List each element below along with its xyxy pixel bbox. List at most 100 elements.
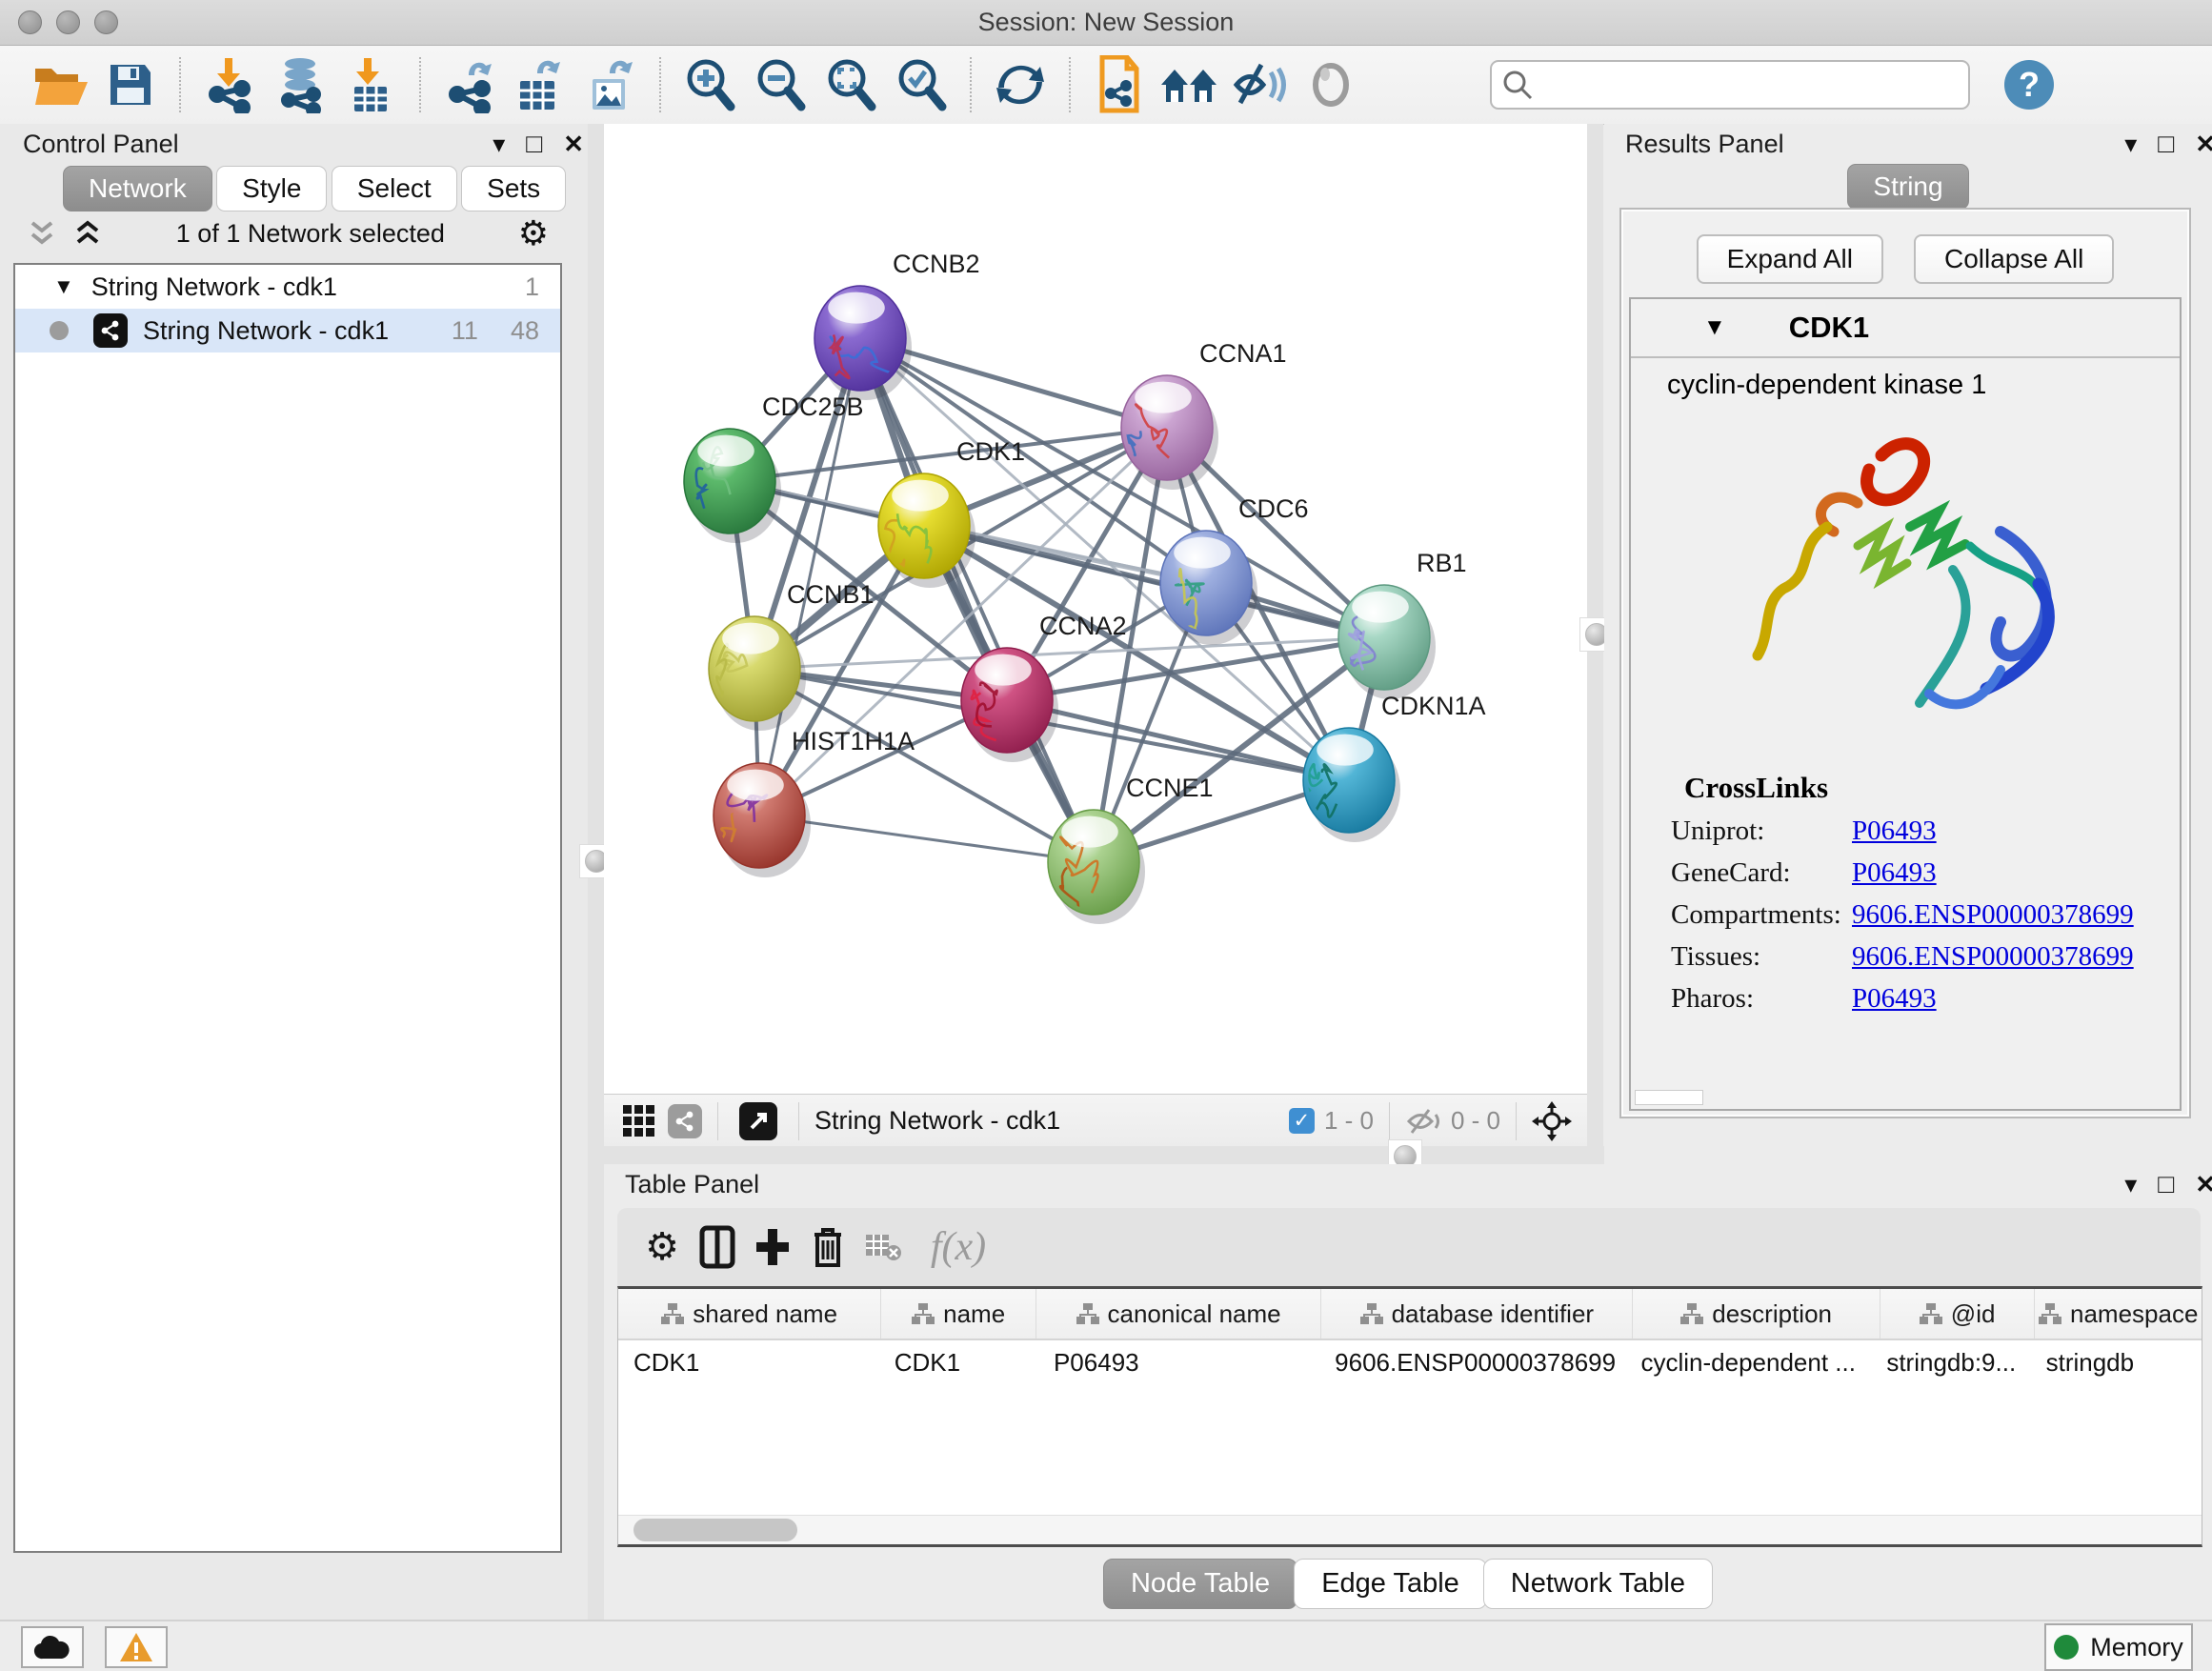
- tab-node-table[interactable]: Node Table: [1103, 1559, 1297, 1609]
- node-section-header[interactable]: ▼ CDK1: [1631, 299, 2180, 358]
- pharos-link[interactable]: P06493: [1852, 983, 1937, 1015]
- column-header[interactable]: namespace: [2035, 1289, 2202, 1339]
- open-file-button[interactable]: [29, 53, 91, 116]
- delete-table-button[interactable]: [855, 1219, 911, 1275]
- network-node-cdkn1a[interactable]: CDKN1A: [1302, 692, 1485, 842]
- import-table-button[interactable]: [339, 53, 402, 116]
- close-panel-icon[interactable]: ✕: [2195, 1170, 2212, 1199]
- panel-menu-icon[interactable]: ▾: [2124, 130, 2137, 159]
- zoom-in-icon: [683, 57, 736, 112]
- import-network-database-button[interactable]: [269, 53, 332, 116]
- cell-shared-name[interactable]: CDK1: [618, 1340, 879, 1384]
- cell-id[interactable]: stringdb:9...: [1871, 1340, 2030, 1384]
- network-node-ccnb2[interactable]: CCNB2: [814, 250, 980, 400]
- cell-name[interactable]: CDK1: [879, 1340, 1038, 1384]
- uniprot-link[interactable]: P06493: [1852, 815, 1937, 847]
- close-panel-icon[interactable]: ✕: [563, 130, 584, 159]
- cell-namespace[interactable]: stringdb: [2031, 1340, 2202, 1384]
- refresh-button[interactable]: [989, 53, 1052, 116]
- zoom-in-button[interactable]: [678, 53, 741, 116]
- cell-description[interactable]: cyclin-dependent ...: [1625, 1340, 1871, 1384]
- selected-checkbox-icon[interactable]: ✓: [1289, 1108, 1315, 1134]
- zoom-selected-button[interactable]: [890, 53, 953, 116]
- cell-canonical-name[interactable]: P06493: [1038, 1340, 1319, 1384]
- share-view-icon[interactable]: [668, 1104, 702, 1138]
- collapse-all-button[interactable]: Collapse All: [1914, 234, 2114, 284]
- birds-eye-button[interactable]: [1299, 53, 1362, 116]
- zoom-out-button[interactable]: [749, 53, 812, 116]
- column-header[interactable]: canonical name: [1036, 1289, 1321, 1339]
- detach-view-button[interactable]: [739, 1102, 777, 1140]
- close-panel-icon[interactable]: ✕: [2195, 130, 2212, 159]
- network-node-ccne1[interactable]: CCNE1: [1048, 774, 1214, 924]
- network-node-ccna2[interactable]: CCNA2: [961, 612, 1127, 762]
- network-node-hist1h1a[interactable]: HIST1H1A: [712, 727, 915, 877]
- cell-database-identifier[interactable]: 9606.ENSP00000378699: [1319, 1340, 1625, 1384]
- network-node-cdc6[interactable]: CDC6: [1160, 494, 1309, 645]
- column-mapping-icon: [1076, 1303, 1099, 1324]
- tab-select[interactable]: Select: [332, 166, 457, 211]
- column-header[interactable]: database identifier: [1321, 1289, 1633, 1339]
- network-collection-row[interactable]: ▼ String Network - cdk1 1: [15, 265, 560, 309]
- table-options-button[interactable]: ⚙: [634, 1219, 690, 1275]
- column-header[interactable]: name: [881, 1289, 1036, 1339]
- panel-menu-icon[interactable]: ▾: [493, 130, 505, 159]
- create-column-button[interactable]: [745, 1219, 800, 1275]
- column-mapping-icon: [1360, 1303, 1383, 1324]
- tab-string-results[interactable]: String: [1847, 164, 1968, 210]
- center-view-icon[interactable]: [1532, 1101, 1572, 1141]
- collapse-triangle-icon[interactable]: ▼: [1703, 314, 1726, 341]
- tab-style[interactable]: Style: [216, 166, 327, 211]
- tissues-link[interactable]: 9606.ENSP00000378699: [1852, 941, 2134, 973]
- table-horizontal-scrollbar[interactable]: [618, 1515, 2202, 1544]
- zoom-fit-button[interactable]: [819, 53, 882, 116]
- tab-sets[interactable]: Sets: [461, 166, 566, 211]
- float-panel-icon[interactable]: □: [526, 129, 542, 159]
- collapse-triangle-icon[interactable]: ▼: [53, 274, 74, 299]
- import-network-button[interactable]: [198, 53, 261, 116]
- home-button[interactable]: [1158, 53, 1221, 116]
- warnings-button[interactable]: [105, 1626, 168, 1668]
- panel-menu-icon[interactable]: ▾: [2124, 1170, 2137, 1199]
- node-label-ccna2: CCNA2: [1039, 612, 1127, 640]
- network-canvas[interactable]: CCNB2CCNA1CDC25BCDK1CDC6RB1CCNB1CCNA2CDK…: [604, 124, 1587, 1094]
- save-session-button[interactable]: [99, 53, 162, 116]
- network-node-rb1[interactable]: RB1: [1337, 549, 1466, 699]
- graphics-details-button[interactable]: [1229, 53, 1292, 116]
- scrollbar-thumb[interactable]: [633, 1519, 797, 1541]
- node-table: shared name name canonical name database…: [617, 1286, 2202, 1547]
- network-collection-label: String Network - cdk1: [91, 272, 337, 302]
- expand-all-button[interactable]: Expand All: [1697, 234, 1883, 284]
- column-header[interactable]: description: [1633, 1289, 1880, 1339]
- expand-all-networks-icon[interactable]: [72, 219, 103, 248]
- tab-edge-table[interactable]: Edge Table: [1294, 1559, 1487, 1609]
- network-edge[interactable]: [860, 338, 1094, 862]
- help-button[interactable]: ?: [2004, 60, 2054, 110]
- show-columns-button[interactable]: [690, 1219, 745, 1275]
- float-panel-icon[interactable]: □: [2158, 129, 2174, 159]
- mini-scrollbar[interactable]: [1635, 1090, 1703, 1105]
- tab-network-table[interactable]: Network Table: [1483, 1559, 1713, 1609]
- genecard-link[interactable]: P06493: [1852, 857, 1937, 889]
- compartments-link[interactable]: 9606.ENSP00000378699: [1852, 899, 2134, 931]
- cloud-button[interactable]: [21, 1626, 84, 1668]
- network-row[interactable]: String Network - cdk1 11 48: [15, 309, 560, 352]
- tab-network[interactable]: Network: [63, 166, 212, 211]
- column-header[interactable]: @id: [1880, 1289, 2036, 1339]
- delete-column-button[interactable]: [800, 1219, 855, 1275]
- birds-eye-icon: [1307, 61, 1355, 109]
- export-table-button[interactable]: [509, 53, 572, 116]
- memory-button[interactable]: Memory: [2044, 1623, 2193, 1671]
- network-options-gear-icon[interactable]: ⚙: [518, 213, 549, 253]
- collapse-all-networks-icon[interactable]: [27, 219, 57, 248]
- grid-view-icon[interactable]: [623, 1105, 654, 1137]
- network-from-file-button[interactable]: [1088, 53, 1151, 116]
- export-image-button[interactable]: [579, 53, 642, 116]
- column-header[interactable]: shared name: [618, 1289, 881, 1339]
- float-panel-icon[interactable]: □: [2158, 1169, 2174, 1199]
- function-builder-button[interactable]: f(x): [911, 1219, 1006, 1275]
- network-node-ccna1[interactable]: CCNA1: [1121, 339, 1287, 490]
- search-input[interactable]: [1543, 70, 1968, 101]
- import-network-icon: [204, 56, 255, 113]
- export-network-button[interactable]: [438, 53, 501, 116]
